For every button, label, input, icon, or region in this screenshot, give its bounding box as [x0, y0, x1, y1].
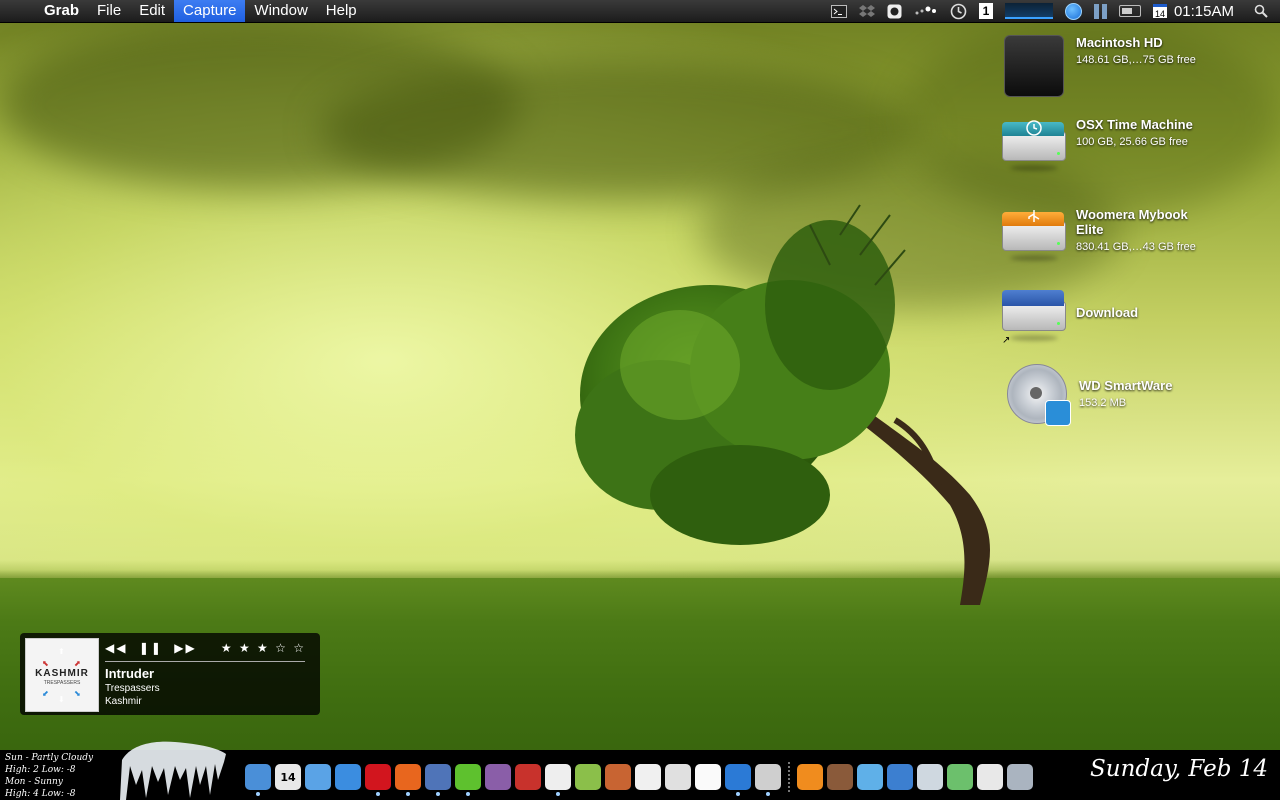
dock-ical-icon[interactable]: 14	[275, 764, 301, 790]
usb-drive-icon	[1002, 207, 1066, 271]
dock-opera-icon[interactable]	[365, 764, 391, 796]
running-indicator	[256, 792, 260, 796]
spaces-indicator[interactable]: 1	[978, 0, 993, 22]
album-art[interactable]: ⬆ ⬇ ⬉ ⬈ ⬋ ⬊ KASHMIR TRESPASSERS	[25, 638, 99, 712]
desktop-icon-download[interactable]: ↗ Download	[1002, 287, 1138, 351]
dock-vlc-icon[interactable]	[797, 764, 823, 790]
desktop-icon-wd-smartware[interactable]: WD SmartWare 153.2 MB	[1005, 362, 1172, 426]
dock-picasa-icon[interactable]	[635, 764, 661, 790]
dock-quicktime-icon[interactable]	[725, 764, 751, 796]
network-graph-icon[interactable]	[1004, 0, 1053, 22]
running-indicator	[736, 792, 740, 796]
menu-bar: Grab File Edit Capture Window Help 1 14 …	[0, 0, 1280, 23]
dock-finder-icon[interactable]	[245, 764, 271, 796]
next-button[interactable]: ▶▶	[174, 641, 196, 655]
album-art-subtitle: TRESPASSERS	[43, 680, 81, 686]
desktop-icon-label: WD SmartWare	[1079, 378, 1173, 393]
dock-documents-icon[interactable]	[977, 764, 1003, 790]
memory-bars-icon[interactable]	[1093, 0, 1107, 22]
album-name: Trespassers	[105, 683, 160, 694]
dots-icon[interactable]	[914, 0, 938, 22]
weather-widget: Sun - Partly Cloudy High: 2 Low: -8 Mon …	[5, 752, 93, 800]
dock-firefox-icon[interactable]	[395, 764, 421, 796]
desktop-icon-time-machine[interactable]: OSX Time Machine 100 GB, 25.66 GB free	[1002, 117, 1193, 181]
dock-ftp-icon[interactable]	[887, 764, 913, 790]
spotlight-icon[interactable]	[1254, 0, 1268, 22]
battery-icon[interactable]	[1118, 0, 1141, 22]
time-machine-drive-icon	[1002, 117, 1066, 181]
menu-capture[interactable]: Capture	[174, 0, 246, 22]
time-machine-icon[interactable]	[950, 0, 967, 22]
menu-extras: 1 14 01:15AM	[825, 0, 1280, 22]
running-indicator	[376, 792, 380, 796]
dock-keepassx-icon[interactable]	[665, 764, 691, 790]
calendar-icon[interactable]: 14	[1152, 0, 1172, 22]
dock-coda-icon[interactable]	[575, 764, 601, 790]
dock-textedit-icon[interactable]	[695, 764, 721, 790]
disc-icon	[1005, 362, 1071, 426]
menu-window[interactable]: Window	[245, 0, 316, 22]
dock-cyberduck-icon[interactable]	[827, 764, 853, 790]
pause-button[interactable]: ❚❚	[139, 641, 163, 655]
rating-stars[interactable]: ★ ★ ★ ☆ ☆	[221, 641, 306, 655]
dock-camino-icon[interactable]	[545, 764, 571, 796]
desktop-icon-macintosh-hd[interactable]: Macintosh HD 148.61 GB,…75 GB free	[1002, 35, 1196, 99]
dock-separator	[788, 762, 790, 792]
dock-tor-icon[interactable]	[485, 764, 511, 790]
camera-icon[interactable]	[887, 0, 902, 22]
dock-preview-icon[interactable]	[425, 764, 451, 796]
desktop-icon-label: Download	[1076, 305, 1139, 320]
icicle-decoration	[120, 741, 226, 800]
artist-name: Kashmir	[105, 696, 142, 707]
desktop-icon-subtitle: 148.61 GB,…75 GB free	[1076, 54, 1196, 66]
running-indicator	[466, 792, 470, 796]
weather-line: High: 2 Low: -8	[5, 765, 76, 775]
dock-lighthouse-icon[interactable]	[515, 764, 541, 790]
dock-mail-icon[interactable]	[305, 764, 331, 790]
dock-home-folder-icon[interactable]	[917, 764, 943, 790]
running-indicator	[436, 792, 440, 796]
desktop-icon-subtitle: 153.2 MB	[1079, 397, 1127, 409]
desktop-icon-label: Macintosh HD	[1076, 35, 1163, 50]
dropbox-icon[interactable]	[858, 0, 875, 22]
dock-trash-icon[interactable]	[1007, 764, 1033, 790]
album-art-title: KASHMIR	[35, 668, 89, 679]
dock-adium-icon[interactable]	[455, 764, 481, 796]
hard-drive-icon	[1002, 35, 1066, 99]
menu-help[interactable]: Help	[317, 0, 366, 22]
tree-illustration	[575, 204, 990, 605]
running-indicator	[766, 792, 770, 796]
alias-arrow-icon: ↗	[1002, 335, 1011, 346]
dock-downloads-folder-icon[interactable]	[947, 764, 973, 790]
terminal-icon[interactable]	[830, 0, 847, 22]
weather-line: Sun - Partly Cloudy	[5, 753, 94, 763]
menu-file[interactable]: File	[88, 0, 130, 22]
divider	[105, 661, 305, 662]
now-playing-widget: ⬆ ⬇ ⬉ ⬈ ⬋ ⬊ KASHMIR TRESPASSERS ◀◀ ❚❚ ▶▶…	[20, 633, 320, 715]
network-drive-icon: ↗	[1002, 287, 1066, 351]
dock-safari-icon[interactable]	[335, 764, 361, 790]
menu-app-name[interactable]: Grab	[34, 0, 88, 22]
weather-line: Mon - Sunny	[5, 777, 63, 787]
dock-photo-booth-icon[interactable]	[605, 764, 631, 790]
desktop-icon-subtitle: 100 GB, 25.66 GB free	[1076, 136, 1188, 148]
dock-twitterrific-icon[interactable]	[857, 764, 883, 790]
dock-grab-icon[interactable]	[755, 764, 781, 796]
desktop-icon-label: OSX Time Machine	[1076, 117, 1193, 132]
dock: 14	[243, 760, 1035, 796]
desktop-icon-subtitle: 830.41 GB,…43 GB free	[1076, 241, 1196, 253]
previous-button[interactable]: ◀◀	[105, 641, 127, 655]
desktop-icon-woomera-mybook[interactable]: Woomera Mybook Elite 830.41 GB,…43 GB fr…	[1002, 207, 1206, 271]
dock-calendar-day: 14	[280, 770, 296, 784]
desktop-icon-label: Woomera Mybook Elite	[1076, 207, 1188, 237]
menu-clock[interactable]: 01:15AM	[1174, 3, 1234, 20]
date-widget: Sunday, Feb 14	[1090, 756, 1268, 782]
track-title: Intruder	[105, 666, 155, 681]
menu-edit[interactable]: Edit	[130, 0, 174, 22]
running-indicator	[406, 792, 410, 796]
status-circle-icon[interactable]	[1064, 0, 1082, 22]
weather-line: High: 4 Low: -8	[5, 789, 76, 799]
running-indicator	[556, 792, 560, 796]
